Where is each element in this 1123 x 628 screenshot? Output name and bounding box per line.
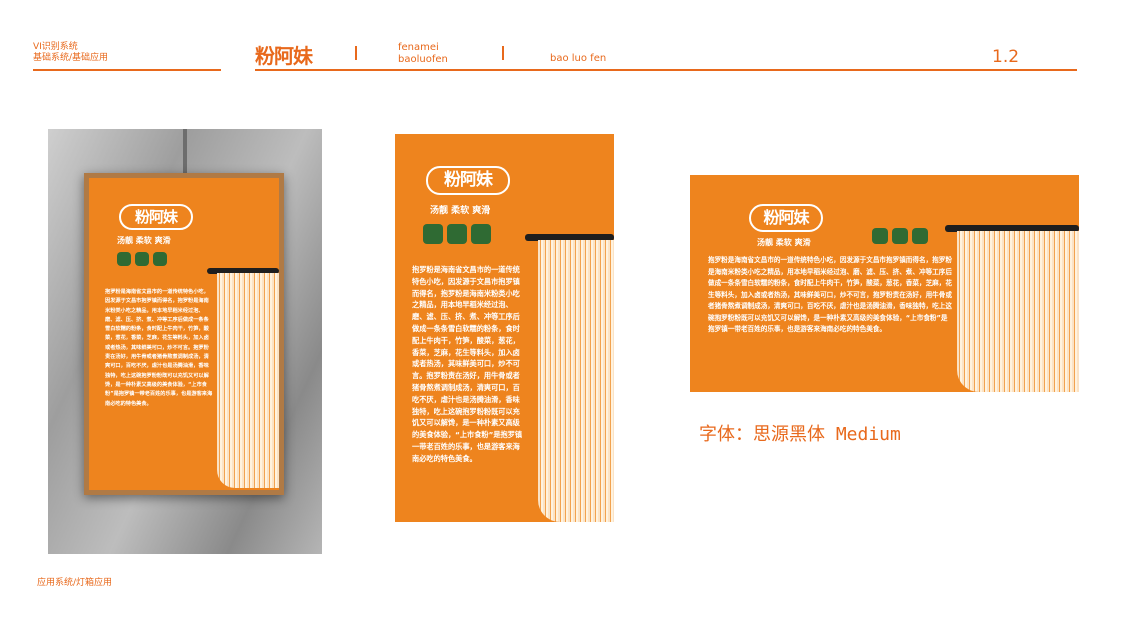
- bowl-icon: [872, 228, 888, 244]
- lightbox-frame: 粉阿妹 汤靓 柔软 爽滑 抱罗粉是海南省文昌市的一道传统特色小吃，因发源于文昌市…: [84, 173, 284, 495]
- cup-icon: [447, 224, 467, 244]
- section-title-line2: 基础系统/基础应用: [33, 53, 109, 63]
- horizontal-panel-body-text: 抱罗粉是海南省文昌市的一道传统特色小吃，因发源于文昌市抱罗镇而得名，抱罗粉是海南…: [708, 256, 952, 333]
- brand-pinyin: bao luo fen: [550, 53, 607, 64]
- chopsticks-icon: [471, 224, 491, 244]
- cup-icon: [135, 252, 149, 266]
- brand-line-baoluofen: baoluofen: [398, 54, 448, 65]
- header-separator-1: [355, 46, 357, 60]
- vertical-panel: 粉阿妹 汤靓 柔软 爽滑 抱罗粉是海南省文昌市的一道传统特色小吃，因发源于文昌市…: [395, 134, 614, 522]
- vertical-panel-tagline: 汤靓 柔软 爽滑: [430, 206, 491, 216]
- header-separator-2: [502, 46, 504, 60]
- horizontal-panel-tagline: 汤靓 柔软 爽滑: [757, 238, 811, 247]
- horizontal-panel-logo: 粉阿妹: [749, 204, 823, 232]
- lightbox-body-text: 抱罗粉是海南省文昌市的一道传统特色小吃，因发源于文昌市抱罗镇而得名，抱罗粉是海南…: [105, 289, 213, 407]
- brand-names: fenamei baoluofen: [398, 42, 448, 66]
- bowl-icon: [117, 252, 131, 266]
- footer-caption: 应用系统/灯箱应用: [37, 578, 113, 588]
- vertical-panel-body-text: 抱罗粉是海南省文昌市的一道传统特色小吃，因发源于文昌市抱罗镇而得名，抱罗粉是海南…: [412, 265, 523, 463]
- bowl-icon: [423, 224, 443, 244]
- horizontal-panel: 粉阿妹 汤靓 柔软 爽滑 抱罗粉是海南省文昌市的一道传统特色小吃，因发源于文昌市…: [690, 175, 1079, 392]
- horizontal-panel-icon-row: [872, 228, 928, 244]
- lightbox-tagline: 汤靓 柔软 爽滑: [117, 236, 171, 245]
- cup-icon: [892, 228, 908, 244]
- section-title: VI识别系统 基础系统/基础应用: [33, 42, 108, 64]
- horizontal-panel-noodles: [957, 231, 1079, 392]
- header-logo: 粉阿妹: [255, 44, 313, 68]
- page-number: 1.2: [992, 47, 1020, 67]
- vertical-panel-icon-row: [423, 224, 491, 244]
- lightbox-panel: 粉阿妹 汤靓 柔软 爽滑 抱罗粉是海南省文昌市的一道传统特色小吃，因发源于文昌市…: [89, 178, 279, 490]
- brand-line-fenamei: fenamei: [398, 42, 439, 53]
- chopsticks-icon: [153, 252, 167, 266]
- vertical-panel-logo: 粉阿妹: [426, 166, 510, 195]
- vertical-panel-noodles: [538, 240, 614, 522]
- lightbox-noodles: [217, 273, 279, 488]
- hanging-pole: [183, 129, 187, 173]
- chopsticks-icon: [912, 228, 928, 244]
- lightbox-icon-row: [117, 252, 167, 266]
- section-title-line1: VI识别系统: [33, 42, 78, 52]
- header-rule-left: [33, 69, 221, 71]
- font-spec-note: 字体：思源黑体 Medium: [699, 424, 901, 445]
- header-rule-right: [255, 69, 1077, 71]
- lightbox-logo: 粉阿妹: [119, 204, 193, 230]
- lightbox-photo: 粉阿妹 汤靓 柔软 爽滑 抱罗粉是海南省文昌市的一道传统特色小吃，因发源于文昌市…: [48, 129, 322, 554]
